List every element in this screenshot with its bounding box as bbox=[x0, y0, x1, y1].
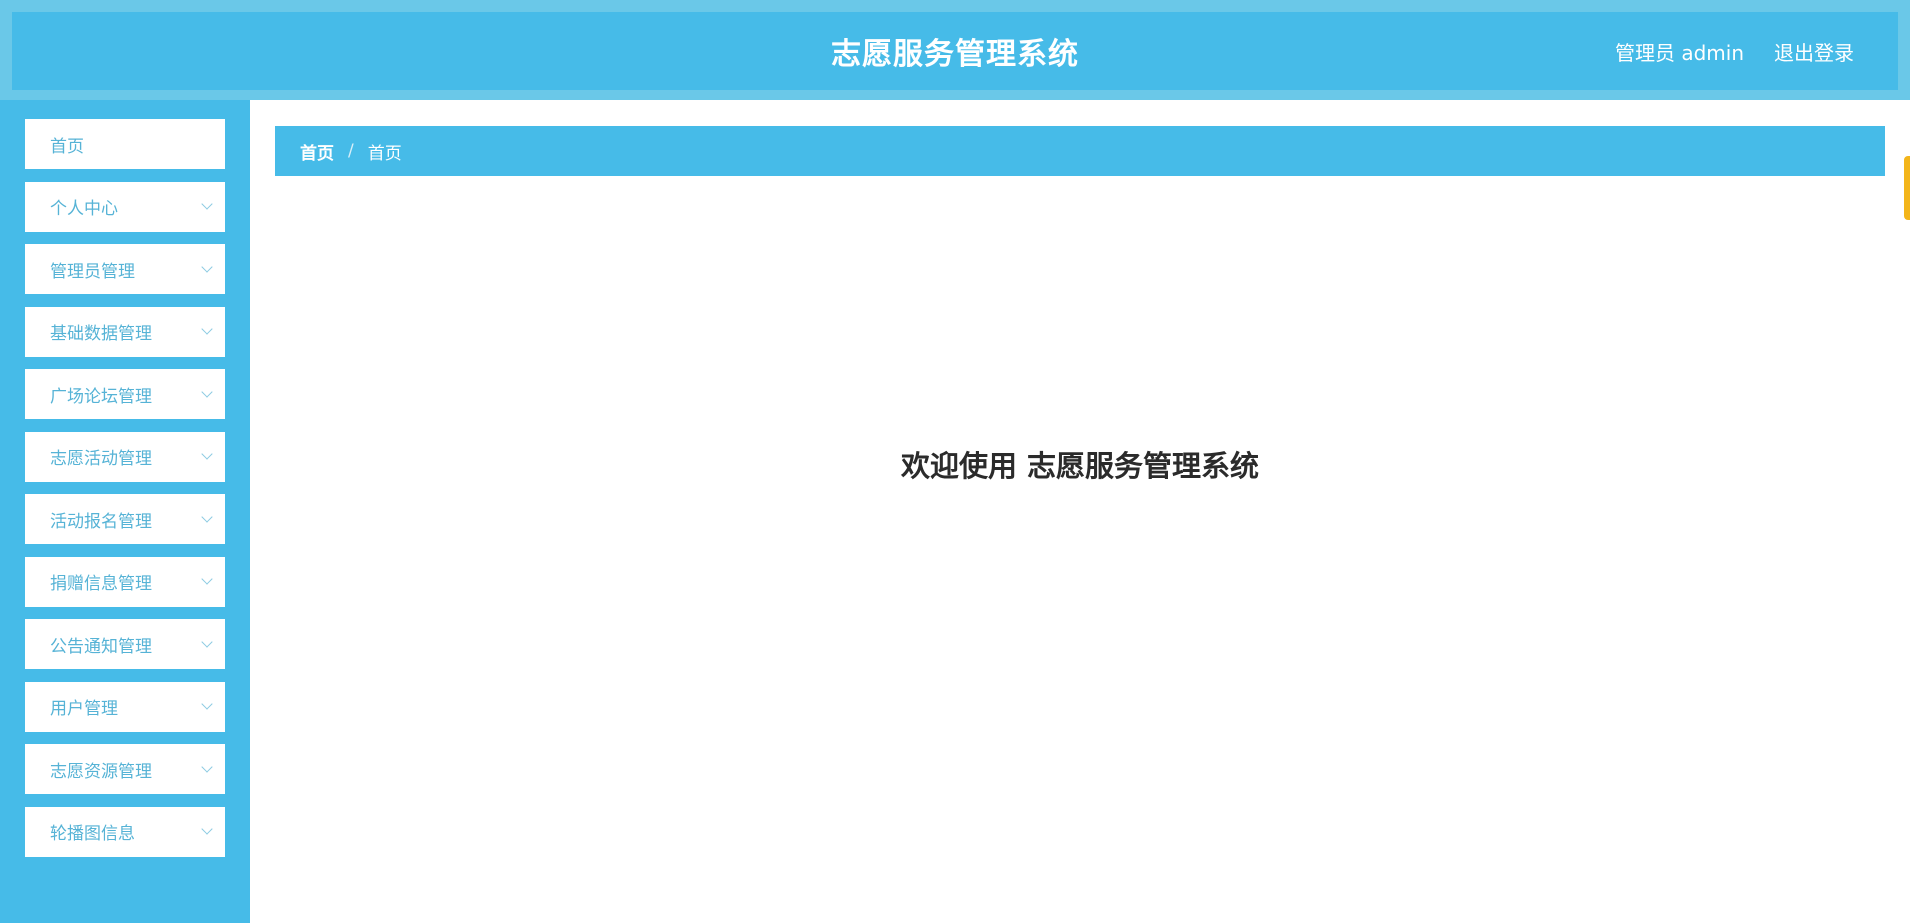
chevron-down-icon bbox=[201, 823, 213, 835]
sidebar-item-label: 首页 bbox=[50, 136, 84, 157]
sidebar-item-label: 活动报名管理 bbox=[50, 511, 152, 532]
sidebar-item-label: 捐赠信息管理 bbox=[50, 574, 152, 594]
header-inner: 志愿服务管理系统 管理员 admin 退出登录 bbox=[12, 12, 1898, 90]
sidebar-item-label: 广场论坛管理 bbox=[50, 386, 152, 407]
breadcrumb-current: 首页 bbox=[367, 143, 402, 164]
chevron-down-icon bbox=[201, 635, 213, 648]
main-content: 首页 / 首页 欢迎使用 志愿服务管理系统 bbox=[250, 100, 1910, 923]
sidebar-item-label: 个人中心 bbox=[50, 199, 118, 219]
top-bar: 志愿服务管理系统 管理员 admin 退出登录 bbox=[0, 0, 1910, 100]
sidebar-item-basic-data-management[interactable]: 基础数据管理 bbox=[25, 306, 225, 357]
sidebar-item-forum-management[interactable]: 广场论坛管理 bbox=[25, 369, 225, 419]
chevron-down-icon bbox=[201, 760, 213, 773]
chevron-down-icon bbox=[201, 573, 213, 585]
sidebar-item-volunteer-activity-management[interactable]: 志愿活动管理 bbox=[25, 431, 225, 482]
chevron-down-icon bbox=[201, 448, 213, 460]
sidebar-item-label: 管理员管理 bbox=[50, 261, 135, 282]
sidebar-item-notice-management[interactable]: 公告通知管理 bbox=[25, 619, 225, 669]
sidebar-item-home[interactable]: 首页 bbox=[25, 119, 225, 169]
chevron-down-icon bbox=[201, 260, 213, 273]
sidebar-item-user-management[interactable]: 用户管理 bbox=[25, 681, 225, 732]
welcome-message: 欢迎使用 志愿服务管理系统 bbox=[900, 449, 1260, 483]
breadcrumb-root[interactable]: 首页 bbox=[300, 139, 334, 164]
sidebar-item-label: 用户管理 bbox=[50, 699, 118, 719]
sidebar-item-admin-management[interactable]: 管理员管理 bbox=[25, 244, 225, 294]
logout-button[interactable]: 退出登录 bbox=[1774, 37, 1854, 66]
sidebar-item-volunteer-resource-management[interactable]: 志愿资源管理 bbox=[25, 744, 225, 794]
edge-handle[interactable] bbox=[1904, 156, 1910, 220]
sidebar-item-label: 轮播图信息 bbox=[50, 824, 135, 844]
sidebar-item-donation-management[interactable]: 捐赠信息管理 bbox=[25, 556, 225, 607]
chevron-down-icon bbox=[201, 198, 213, 210]
chevron-down-icon bbox=[201, 323, 213, 335]
chevron-down-icon bbox=[201, 385, 213, 398]
sidebar-item-label: 基础数据管理 bbox=[50, 324, 152, 344]
breadcrumb: 首页 / 首页 bbox=[275, 126, 1885, 176]
user-area: 管理员 admin 退出登录 bbox=[1615, 12, 1854, 90]
sidebar-item-label: 志愿活动管理 bbox=[50, 449, 152, 469]
chevron-down-icon bbox=[201, 698, 213, 710]
sidebar-item-carousel-info[interactable]: 轮播图信息 bbox=[25, 806, 225, 857]
sidebar-item-personal-center[interactable]: 个人中心 bbox=[25, 181, 225, 232]
sidebar-item-label: 志愿资源管理 bbox=[50, 761, 152, 782]
current-user-label: 管理员 admin bbox=[1614, 40, 1744, 65]
breadcrumb-separator: / bbox=[348, 141, 354, 161]
chevron-down-icon bbox=[201, 510, 213, 523]
sidebar: 首页 个人中心 管理员管理 基础数据管理 广场论坛管理 志愿活动管理 活动报名管… bbox=[0, 100, 250, 923]
sidebar-item-label: 公告通知管理 bbox=[50, 636, 152, 657]
sidebar-item-activity-signup-management[interactable]: 活动报名管理 bbox=[25, 494, 225, 544]
